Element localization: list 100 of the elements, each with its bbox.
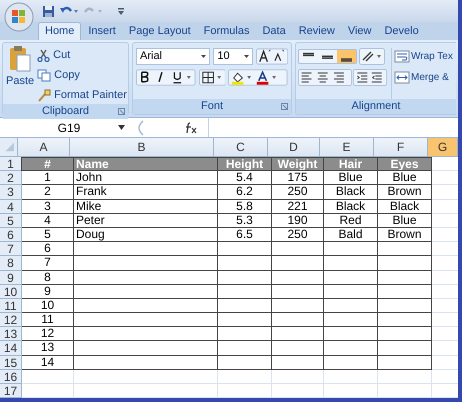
group-label: Clipboard [42, 104, 90, 120]
table-cell [272, 327, 324, 342]
grid-cell [378, 384, 432, 398]
copy-icon[interactable] [37, 68, 52, 82]
table-cell: Blue [378, 171, 432, 186]
column-header[interactable]: D [268, 138, 320, 157]
insert-function-icon[interactable] [184, 122, 198, 134]
row-header[interactable]: 8 [0, 256, 22, 270]
table-cell: Height [217, 157, 272, 172]
row-header[interactable]: 5 [0, 214, 22, 228]
table-cell [218, 298, 272, 314]
table-cell: # [21, 157, 74, 172]
cut-button[interactable]: Cut [37, 46, 127, 64]
table-cell: 6.5 [218, 228, 272, 242]
paintbrush-icon[interactable] [37, 88, 52, 102]
grid-cell [22, 384, 74, 398]
ribbon-tab[interactable]: Insert [82, 22, 122, 40]
paste-label[interactable]: Paste [6, 73, 34, 90]
font-name-dropdown[interactable]: Arial [136, 48, 210, 65]
table-cell [324, 327, 378, 342]
ribbon-tab[interactable]: View [342, 22, 378, 40]
font-size-buttons-icon[interactable] [256, 48, 288, 65]
ribbon-tab[interactable]: Data [256, 22, 292, 40]
font-size-value: 10 [217, 49, 230, 64]
vertical-align-button[interactable] [337, 50, 356, 63]
font-name-value: Arial [140, 49, 162, 64]
grid-cell [324, 384, 378, 398]
horizontal-align-icon[interactable] [298, 69, 388, 86]
paste-button[interactable]: Paste [6, 45, 34, 90]
table-cell: 2 [22, 185, 74, 200]
row-header[interactable]: 14 [0, 341, 22, 356]
table-cell: 5.4 [218, 171, 272, 186]
merge-button[interactable]: Merge & [394, 69, 453, 86]
ribbon-tab[interactable]: Home [38, 22, 82, 40]
text-style-buttons-icon[interactable] [136, 69, 196, 86]
column-header[interactable]: F [374, 138, 428, 157]
column-header[interactable]: A [18, 138, 70, 157]
table-cell: Black [324, 200, 378, 214]
dropdown-arrow-icon[interactable] [201, 55, 206, 58]
dialog-launcher-icon[interactable] [118, 108, 125, 115]
borders-icon[interactable] [198, 69, 226, 86]
format-painter-button[interactable]: Format Painter [37, 86, 127, 104]
scissors-icon[interactable] [37, 48, 50, 62]
dropdown-arrow-icon[interactable] [118, 125, 125, 130]
table-cell: 4 [22, 214, 74, 228]
row-header[interactable]: 17 [0, 384, 22, 398]
table-cell [218, 256, 272, 270]
row-header[interactable]: 15 [0, 356, 22, 370]
table-cell: 1 [22, 171, 74, 186]
table-cell: Black [324, 185, 378, 200]
row-header[interactable]: 9 [0, 270, 22, 285]
dropdown-arrow-icon[interactable] [244, 55, 249, 58]
row-header[interactable]: 10 [0, 284, 22, 299]
row-header[interactable]: 16 [0, 370, 22, 384]
table-cell: Brown [378, 228, 432, 242]
column-header[interactable]: B [70, 138, 214, 157]
copy-button[interactable]: Copy [37, 66, 127, 84]
row-header[interactable]: 7 [0, 242, 22, 256]
table-cell: Red [324, 214, 378, 228]
row-header[interactable]: 4 [0, 200, 22, 214]
row-header[interactable]: 12 [0, 313, 22, 328]
column-header[interactable]: G [428, 138, 458, 157]
table-cell [218, 284, 272, 299]
column-header[interactable]: E [320, 138, 374, 157]
ribbon-tab[interactable]: Formulas [198, 22, 256, 40]
row-header[interactable]: 6 [0, 228, 22, 242]
ribbon-tab[interactable]: Review [292, 22, 341, 40]
font-size-dropdown[interactable]: 10 [213, 48, 253, 65]
table-cell [272, 356, 324, 370]
merge-cells-icon[interactable] [394, 71, 410, 84]
row-header[interactable]: 1 [0, 157, 22, 172]
row-header[interactable]: 3 [0, 185, 22, 200]
save-icon[interactable] [42, 4, 55, 18]
wrap-text-button[interactable]: Wrap Tex [394, 48, 453, 65]
clipboard-icon[interactable] [9, 45, 32, 73]
table-cell: 7 [22, 256, 74, 270]
wrap-text-icon[interactable] [394, 50, 410, 63]
table-cell: 13 [22, 341, 74, 356]
column-header[interactable]: C [214, 138, 268, 157]
table-cell [324, 242, 378, 256]
table-cell [272, 242, 324, 256]
orientation-icon[interactable] [359, 48, 385, 65]
table-cell [272, 256, 324, 270]
table-cell: 14 [22, 356, 74, 370]
ribbon-tab[interactable]: Page Layout [122, 22, 197, 40]
customize-caret-icon[interactable] [117, 6, 125, 16]
table-cell [218, 341, 272, 356]
row-header[interactable]: 13 [0, 327, 22, 342]
dialog-launcher-icon[interactable] [281, 103, 288, 110]
fill-and-font-color-icon[interactable] [228, 69, 288, 86]
name-box[interactable]: G19 [0, 118, 118, 136]
table-cell [324, 270, 378, 285]
table-cell: Hair [323, 157, 378, 172]
table-cell: Weight [271, 157, 324, 172]
ribbon-tab[interactable]: Develo [378, 22, 425, 40]
table-cell: 9 [22, 284, 74, 299]
table-cell [378, 356, 432, 370]
row-header[interactable]: 11 [0, 298, 22, 314]
table-cell [272, 298, 324, 314]
row-header[interactable]: 2 [0, 171, 22, 186]
